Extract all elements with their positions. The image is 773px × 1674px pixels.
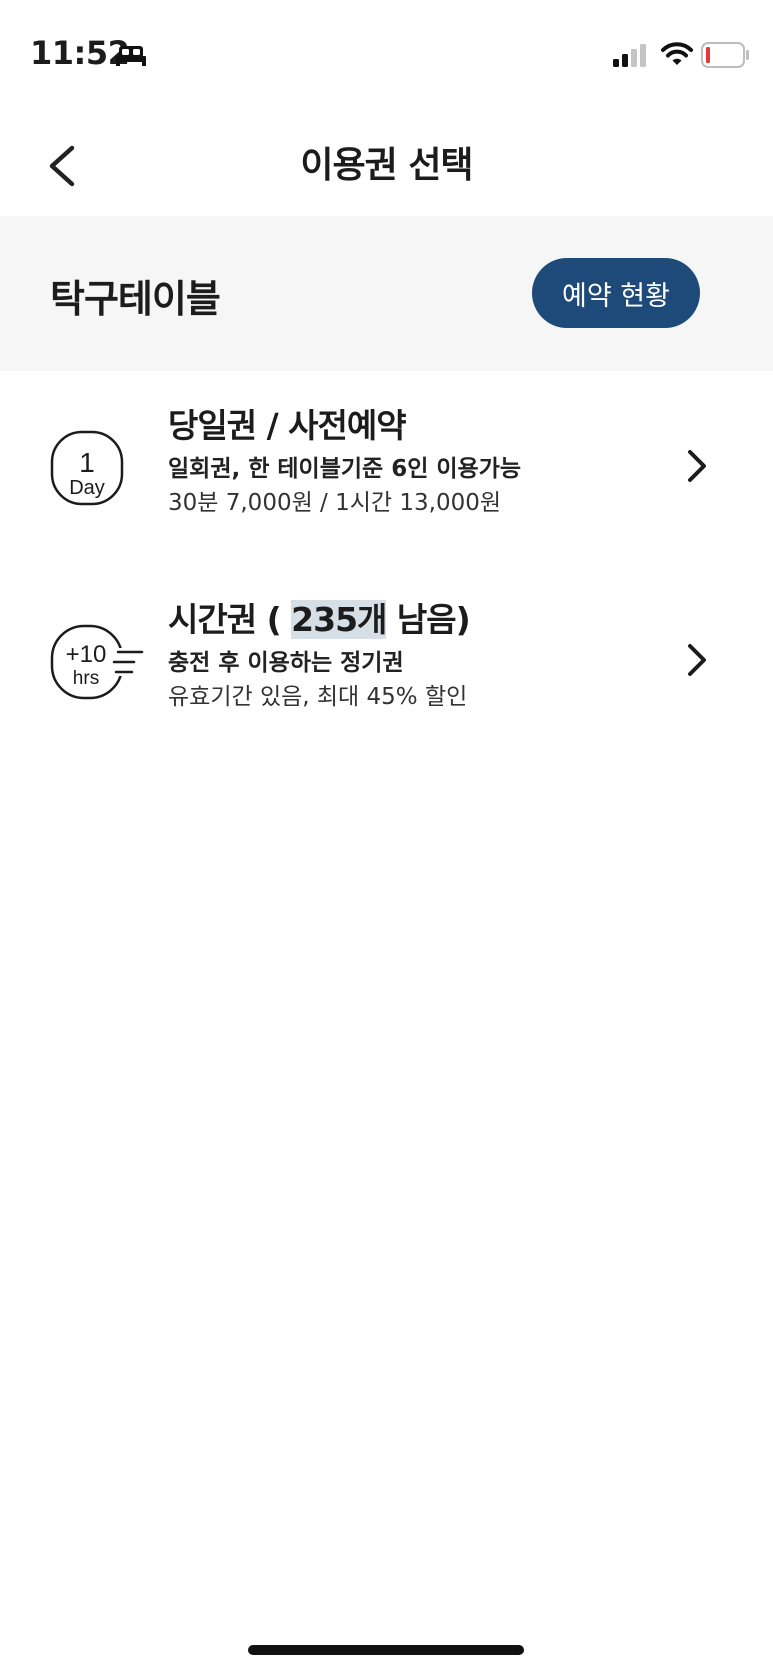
ticket-title-suffix: 남음) xyxy=(386,600,471,639)
day-pass-icon-number: 1 xyxy=(79,447,95,478)
ticket-detail: 30분 7,000원 / 1시간 13,000원 xyxy=(168,490,502,516)
ticket-item-day-pass[interactable]: 1 Day 당일권 / 사전예약 일회권, 한 테이블기준 6인 이용가능 30… xyxy=(0,392,773,562)
home-indicator[interactable] xyxy=(248,1645,524,1655)
facility-title: 탁구테이블 xyxy=(50,277,221,321)
time-pass-icon-number: +10 xyxy=(66,641,107,668)
ticket-title: 당일권 / 사전예약 xyxy=(168,406,407,445)
time-pass-icon: +10 hrs xyxy=(50,624,144,700)
page-title: 이용권 선택 xyxy=(300,145,473,186)
ticket-detail: 유효기간 있음, 최대 45% 할인 xyxy=(168,684,468,710)
ticket-description: 충전 후 이용하는 정기권 xyxy=(168,650,404,676)
ticket-description: 일회권, 한 테이블기준 6인 이용가능 xyxy=(168,456,522,482)
ticket-item-time-pass[interactable]: +10 hrs 시간권 ( 235개 남음) 충전 후 이용하는 정기권 유효기… xyxy=(0,586,773,756)
chevron-right-icon xyxy=(688,450,706,482)
sleep-mode-icon xyxy=(116,46,146,66)
wifi-icon xyxy=(661,42,693,65)
ticket-title: 시간권 ( 235개 남음) xyxy=(168,598,471,642)
battery-low-icon xyxy=(701,42,749,68)
remaining-count: 235개 xyxy=(291,600,387,639)
ticket-text: 시간권 ( 235개 남음) 충전 후 이용하는 정기권 유효기간 있음, 최대… xyxy=(168,598,471,714)
time-pass-icon-label: hrs xyxy=(73,668,99,689)
ticket-title-prefix: 시간권 ( xyxy=(168,600,292,639)
status-bar: 11:52 xyxy=(0,0,773,110)
ticket-text: 당일권 / 사전예약 일회권, 한 테이블기준 6인 이용가능 30분 7,00… xyxy=(168,404,521,520)
navigation-bar: 이용권 선택 xyxy=(0,110,773,216)
reservation-status-button[interactable]: 예약 현황 xyxy=(532,258,700,328)
cellular-signal-icon xyxy=(613,44,646,67)
facility-header: 탁구테이블 예약 현황 xyxy=(0,216,773,371)
day-pass-icon: 1 Day xyxy=(50,430,124,506)
chevron-right-icon xyxy=(688,644,706,676)
status-time: 11:52 xyxy=(30,34,130,72)
day-pass-icon-label: Day xyxy=(69,477,105,499)
